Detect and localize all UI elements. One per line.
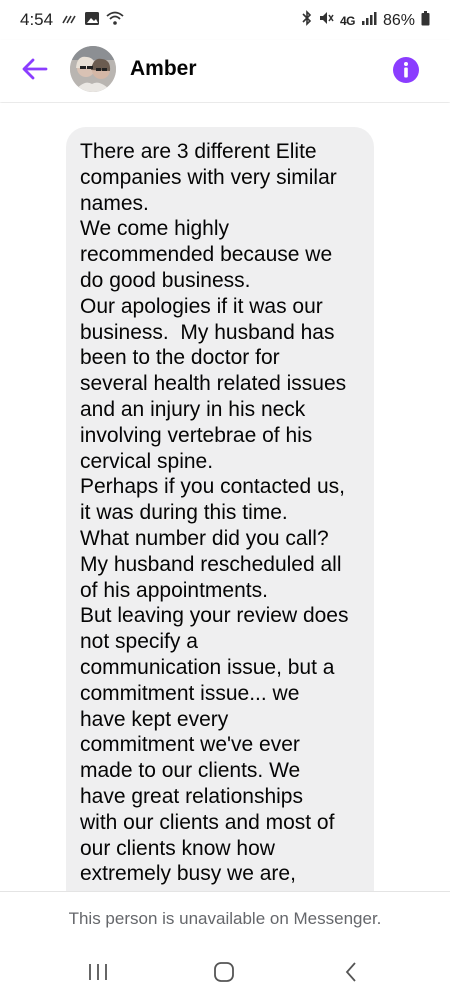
message-line: do good business. — [80, 268, 251, 292]
message-line: extremely busy we are, — [80, 862, 296, 886]
info-icon — [393, 57, 419, 83]
message-line: communication issue, but a — [80, 655, 335, 679]
nav-back-icon — [345, 962, 356, 982]
message-line: involving vertebrae of his — [80, 423, 313, 447]
wifi-icon — [106, 11, 124, 31]
recent-apps-icon — [89, 964, 107, 980]
message-line: with our clients and most of — [80, 810, 335, 834]
status-system-icons: 4G 86% — [302, 10, 430, 31]
message-line: recommended because we — [80, 243, 333, 267]
message-line: business. My husband has — [80, 320, 335, 344]
message-line: Perhaps if you contacted us, — [80, 475, 345, 499]
recent-apps-button[interactable] — [83, 959, 113, 985]
status-notification-icons — [62, 11, 124, 31]
signal-icon — [361, 11, 377, 30]
message-line: our clients know how — [80, 836, 275, 860]
message-line: We come highly — [80, 217, 230, 241]
message-text: There are 3 different Elite companies wit… — [80, 139, 360, 887]
avatar-photo-icon — [70, 46, 116, 92]
message-line: What number did you call? — [80, 526, 329, 550]
back-arrow-icon — [22, 58, 48, 85]
status-bar: 4:54 4G 86% — [0, 0, 450, 40]
message-line: and an injury in his neck — [80, 397, 306, 421]
wifi-calling-icon — [62, 12, 78, 31]
home-icon — [214, 962, 234, 982]
message-line: have great relationships — [80, 784, 303, 808]
message-line: several health related issues — [80, 372, 347, 396]
status-time: 4:54 — [20, 10, 54, 29]
message-line: companies with very similar — [80, 165, 337, 189]
avatar[interactable] — [70, 46, 116, 92]
info-button[interactable] — [392, 56, 420, 84]
message-line: Our apologies if it was our — [80, 294, 323, 318]
battery-percent: 86% — [382, 11, 415, 29]
home-button[interactable] — [209, 959, 239, 985]
nav-back-button[interactable] — [336, 959, 366, 985]
message-line: names. — [80, 191, 149, 215]
network-type: 4G — [339, 13, 356, 28]
message-line: have kept every — [80, 707, 229, 731]
message-line: of his appointments. — [80, 578, 268, 602]
message-line: There are 3 different Elite — [80, 140, 317, 163]
bluetooth-icon — [302, 10, 312, 31]
unavailable-text: This person is unavailable on Messenger. — [68, 909, 382, 928]
message-line: not specify a — [80, 630, 198, 654]
message-line: commitment issue... we — [80, 681, 300, 705]
gallery-icon — [84, 11, 100, 31]
conversation-header: Amber — [0, 40, 450, 102]
message-line: made to our clients. We — [80, 759, 301, 783]
message-thread[interactable]: There are 3 different Elite companies wit… — [0, 103, 450, 891]
message-line: commitment we've ever — [80, 733, 300, 757]
message-line: cervical spine. — [80, 449, 214, 473]
unavailable-banner: This person is unavailable on Messenger. — [0, 891, 450, 946]
message-bubble[interactable]: There are 3 different Elite companies wit… — [66, 127, 374, 891]
message-line: But leaving your review does — [80, 604, 349, 628]
message-line: it was during this time. — [80, 501, 288, 525]
back-button[interactable] — [18, 54, 52, 88]
battery-icon — [421, 10, 430, 31]
contact-name[interactable]: Amber — [130, 57, 197, 81]
system-nav-bar — [0, 945, 450, 1000]
message-line: My husband rescheduled all — [80, 552, 342, 576]
mute-icon — [318, 10, 334, 31]
message-line: been to the doctor for — [80, 346, 280, 370]
